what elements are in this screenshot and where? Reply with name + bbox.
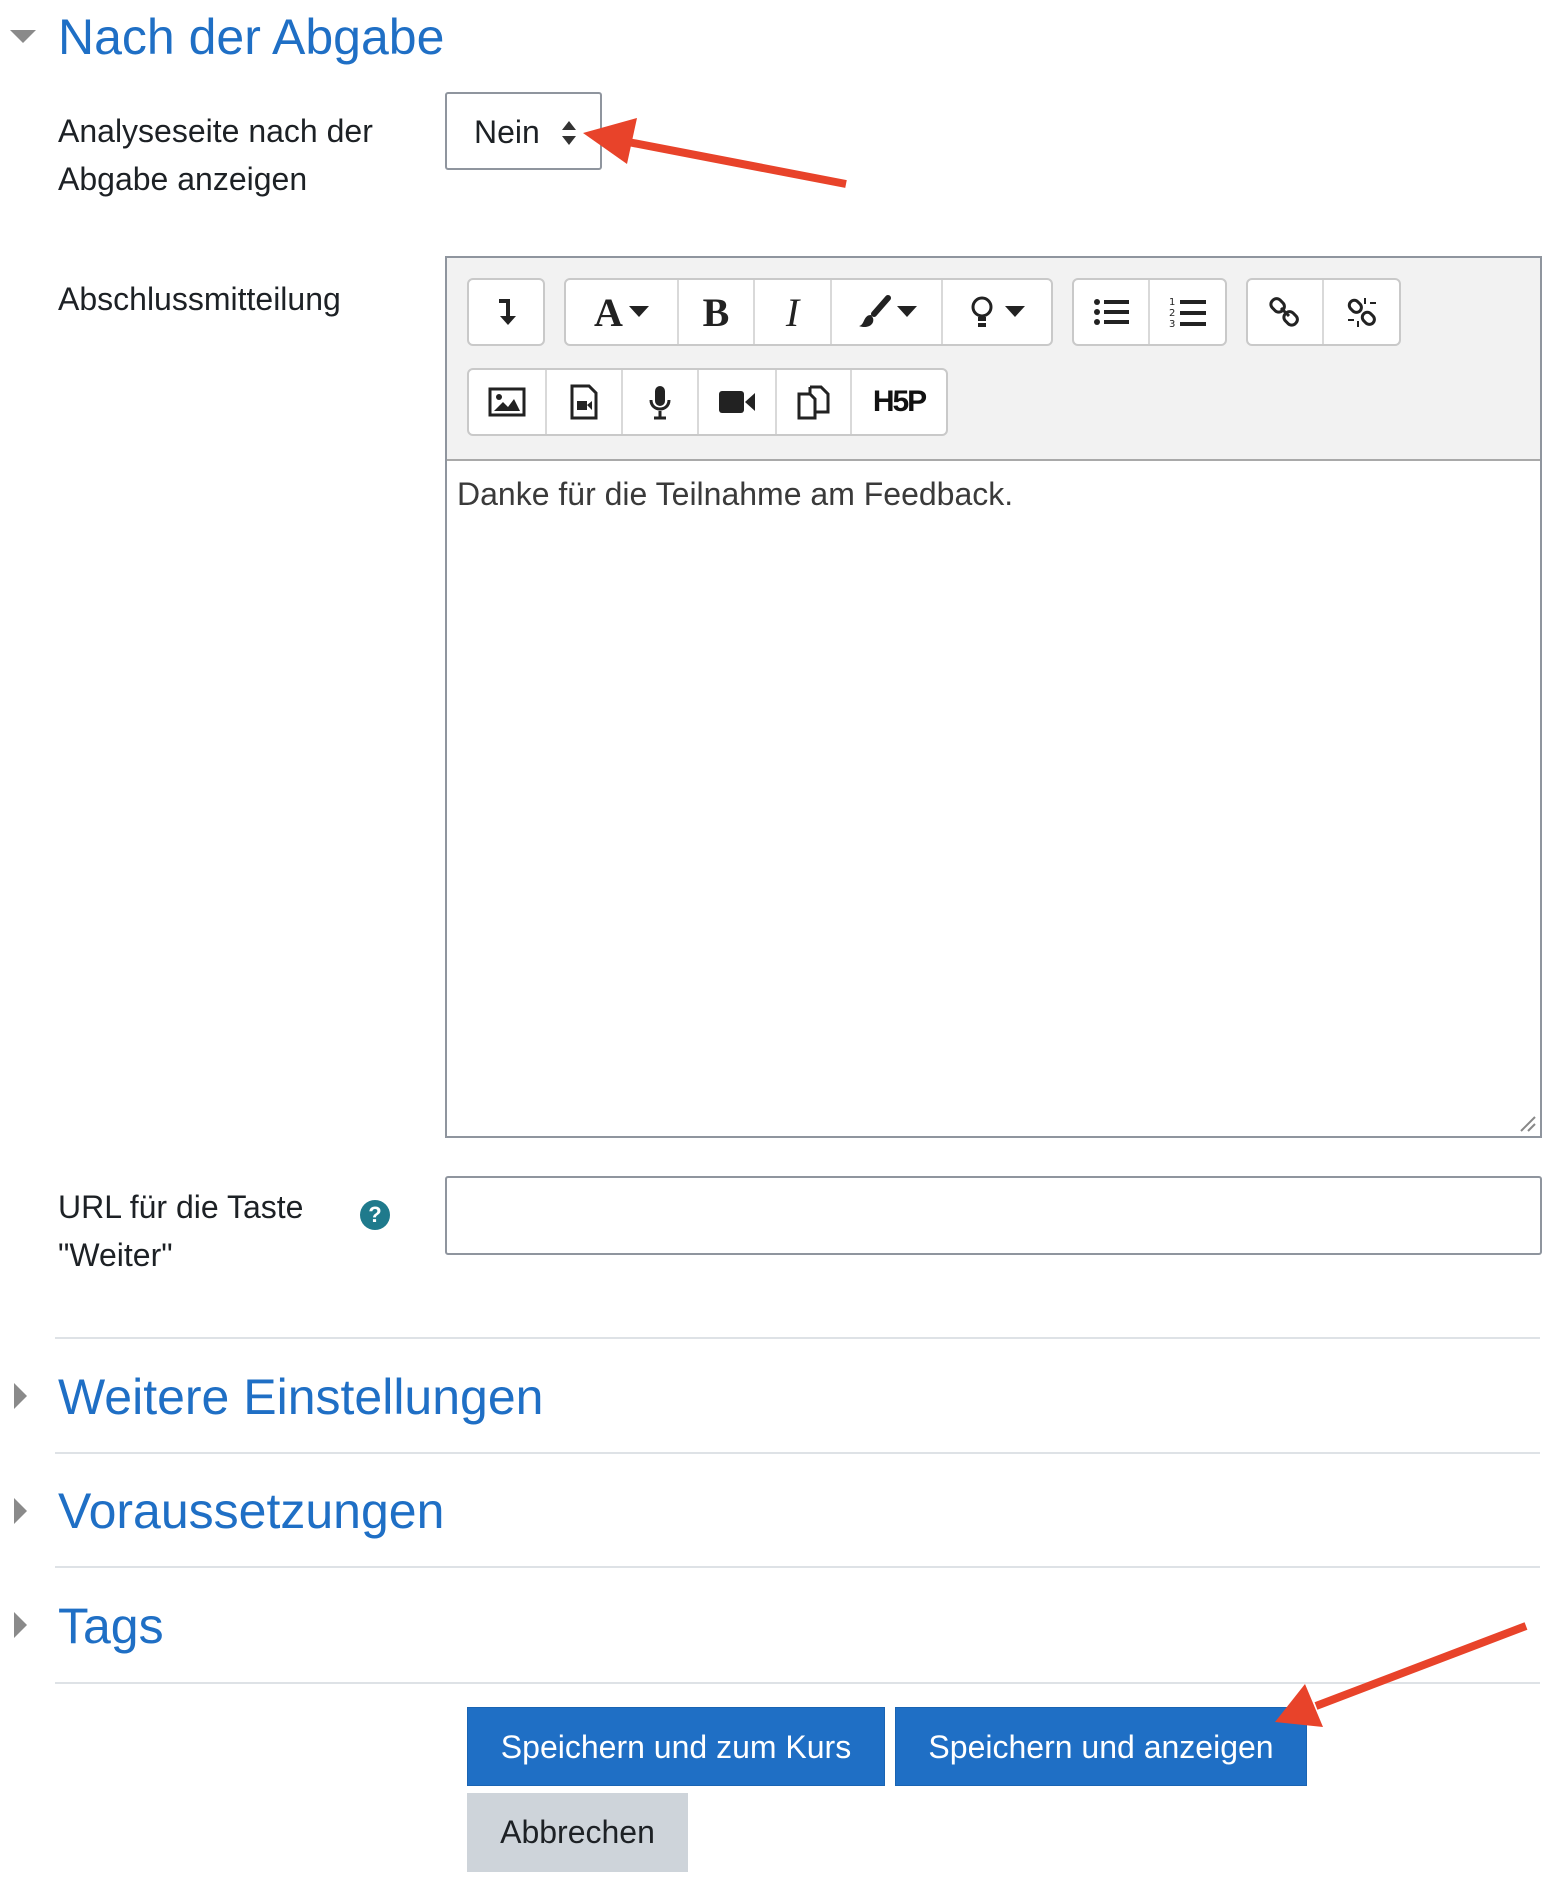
insert-h5p-button[interactable]: H5P	[852, 370, 946, 434]
divider	[55, 1682, 1540, 1684]
next-url-input[interactable]	[445, 1176, 1542, 1255]
font-icon: A	[594, 289, 623, 335]
lightbulb-icon	[971, 296, 993, 327]
expand-caret-icon[interactable]	[14, 1498, 27, 1524]
svg-text:1: 1	[1169, 297, 1175, 308]
cancel-button[interactable]: Abbrechen	[467, 1793, 688, 1872]
styles-button[interactable]	[832, 280, 943, 344]
editor-content[interactable]: Danke für die Teilnahme am Feedback.	[457, 476, 1013, 513]
section-title-restrictions[interactable]: Voraussetzungen	[58, 1486, 444, 1536]
analysis-page-label: Analyseseite nach der Abgabe anzeigen	[58, 107, 373, 203]
expand-caret-icon[interactable]	[14, 1383, 27, 1409]
editor-toolbar: A B I 1 2 3 H5P	[447, 258, 1540, 461]
analysis-page-label-line2: Abgabe anzeigen	[58, 161, 308, 197]
link-button[interactable]	[1248, 280, 1324, 344]
unlink-button[interactable]	[1324, 280, 1399, 344]
analysis-page-label-line1: Analyseseite nach der	[58, 113, 373, 149]
toolbar-group-media: H5P	[467, 368, 948, 436]
microphone-icon	[649, 386, 671, 420]
section-title-tags[interactable]: Tags	[58, 1601, 164, 1651]
chevron-down-icon	[1005, 306, 1025, 317]
manage-files-icon	[797, 385, 829, 420]
chevron-down-icon	[896, 306, 917, 317]
insert-image-button[interactable]	[469, 370, 547, 434]
collapse-caret-icon[interactable]	[10, 30, 36, 43]
record-audio-button[interactable]	[623, 370, 699, 434]
resize-grip-icon[interactable]	[1518, 1114, 1536, 1132]
toolbar-group-collapse	[467, 278, 545, 346]
divider	[55, 1337, 1540, 1339]
italic-button[interactable]: I	[755, 280, 832, 344]
accessibility-button[interactable]	[943, 280, 1051, 344]
bold-icon: B	[702, 289, 730, 335]
divider	[55, 1452, 1540, 1454]
section-title-after-submit[interactable]: Nach der Abgabe	[58, 12, 444, 62]
toolbar-group-format: A B I	[564, 278, 1053, 346]
expand-caret-icon[interactable]	[14, 1612, 27, 1638]
analysis-page-select-value: Nein	[474, 114, 540, 150]
h5p-icon: H5P	[872, 385, 927, 418]
image-icon	[488, 387, 526, 417]
completion-message-label: Abschlussmitteilung	[58, 281, 341, 317]
help-icon[interactable]: ?	[360, 1200, 390, 1230]
font-style-button[interactable]: A	[566, 280, 679, 344]
insert-media-button[interactable]	[547, 370, 623, 434]
annotation-arrow-select	[627, 138, 847, 188]
next-url-label-line1: URL für die Taste	[58, 1189, 304, 1225]
svg-text:3: 3	[1169, 319, 1175, 329]
section-title-more-settings[interactable]: Weitere Einstellungen	[58, 1372, 543, 1422]
divider	[55, 1566, 1540, 1568]
next-url-label-line2: "Weiter"	[58, 1237, 173, 1273]
save-display-button[interactable]: Speichern und anzeigen	[895, 1707, 1307, 1786]
unlink-icon	[1347, 298, 1376, 327]
link-icon	[1269, 297, 1299, 327]
toolbar-group-lists: 1 2 3	[1072, 278, 1227, 346]
annotation-arrow-save	[1314, 1622, 1528, 1710]
toolbar-group-links	[1246, 278, 1401, 346]
video-icon	[719, 391, 755, 413]
media-icon	[570, 384, 598, 420]
manage-files-button[interactable]	[777, 370, 852, 434]
unordered-list-button[interactable]	[1074, 280, 1150, 344]
completion-message-editor[interactable]: A B I 1 2 3 H5P Danke für die Teilnahme …	[445, 256, 1542, 1138]
paintbrush-icon	[858, 295, 891, 328]
ordered-list-button[interactable]: 1 2 3	[1150, 280, 1225, 344]
unordered-list-icon	[1094, 299, 1129, 325]
bold-button[interactable]: B	[679, 280, 755, 344]
save-return-button[interactable]: Speichern und zum Kurs	[467, 1707, 885, 1786]
select-arrows-icon	[562, 121, 576, 145]
chevron-down-icon	[628, 306, 649, 317]
collapse-button[interactable]	[469, 280, 543, 344]
analysis-page-select[interactable]: Nein	[445, 92, 602, 170]
italic-icon: I	[785, 289, 800, 335]
svg-text:2: 2	[1169, 308, 1175, 319]
collapse-icon	[499, 299, 516, 325]
record-video-button[interactable]	[699, 370, 777, 434]
next-url-label: URL für die Taste "Weiter"	[58, 1183, 303, 1279]
ordered-list-icon: 1 2 3	[1169, 297, 1206, 329]
